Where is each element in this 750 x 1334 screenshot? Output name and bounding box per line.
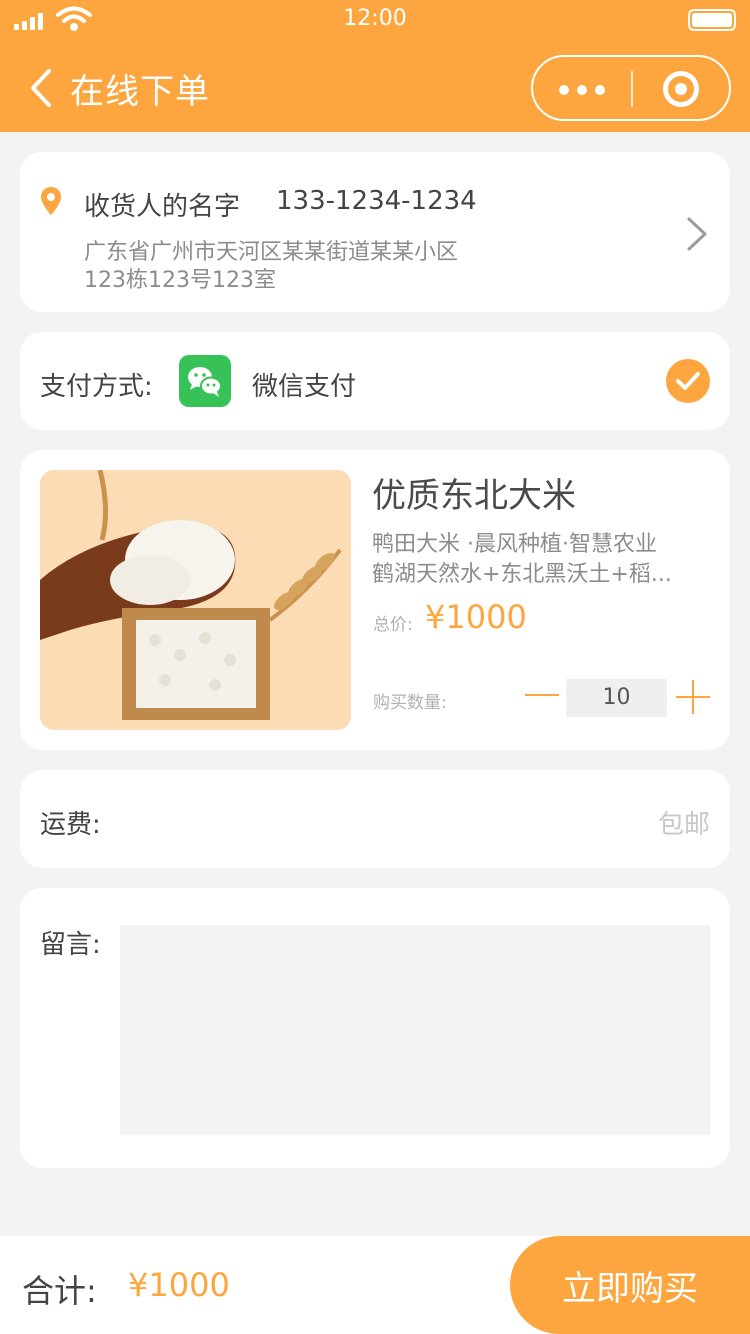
price-value: ¥1000: [425, 598, 527, 636]
payment-label: 支付方式:: [40, 372, 153, 402]
note-label: 留言:: [40, 930, 101, 960]
plus-icon[interactable]: [676, 680, 710, 714]
receiver-phone: 133-1234-1234: [276, 186, 477, 216]
mini-program-capsule: [531, 55, 731, 121]
back-icon[interactable]: [28, 68, 54, 108]
address-card[interactable]: 收货人的名字 133-1234-1234 广东省广州市天河区某某街道某某小区 1…: [20, 152, 730, 312]
price-label: 总价:: [373, 615, 413, 635]
shipping-card: 运费: 包邮: [20, 770, 730, 868]
battery-icon: [688, 9, 736, 31]
payment-method-name: 微信支付: [252, 372, 357, 402]
shipping-value: 包邮: [657, 810, 710, 840]
status-time: 12:00: [343, 6, 407, 31]
quantity-label: 购买数量:: [373, 693, 447, 713]
checkout-bar: 合计: ¥1000 立即购买: [0, 1236, 750, 1334]
minus-icon[interactable]: [525, 680, 559, 710]
capsule-divider: [631, 71, 633, 107]
product-card: 优质东北大米 鸭田大米 ·晨风种植·智慧农业 鹤湖天然水+东北黑沃土+稻... …: [20, 450, 730, 750]
check-icon[interactable]: [666, 359, 710, 403]
chevron-right-icon: [687, 217, 707, 251]
payment-card: 支付方式: 微信支付: [20, 332, 730, 430]
quantity-input[interactable]: 10: [566, 679, 667, 717]
product-title: 优质东北大米: [372, 476, 576, 516]
target-icon[interactable]: [663, 71, 699, 107]
location-icon: [41, 187, 61, 215]
product-desc-line-2: 鹤湖天然水+东北黑沃土+稻...: [372, 562, 672, 587]
status-bar: 12:00: [0, 0, 750, 40]
shipping-label: 运费:: [40, 810, 101, 840]
note-card: 留言:: [20, 888, 730, 1168]
more-icon[interactable]: [533, 57, 631, 119]
product-image: [40, 470, 351, 730]
note-input[interactable]: [120, 925, 710, 1135]
receiver-name: 收货人的名字: [84, 192, 241, 222]
buy-now-button[interactable]: 立即购买: [510, 1236, 750, 1334]
wechat-icon: [179, 355, 231, 407]
address-line-2: 123栋123号123室: [84, 268, 276, 293]
page-title: 在线下单: [70, 72, 210, 112]
total-value: ¥1000: [128, 1266, 230, 1304]
product-desc-line-1: 鸭田大米 ·晨风种植·智慧农业: [372, 532, 657, 557]
header-bar: 12:00 在线下单: [0, 0, 750, 132]
total-label: 合计:: [22, 1272, 97, 1310]
